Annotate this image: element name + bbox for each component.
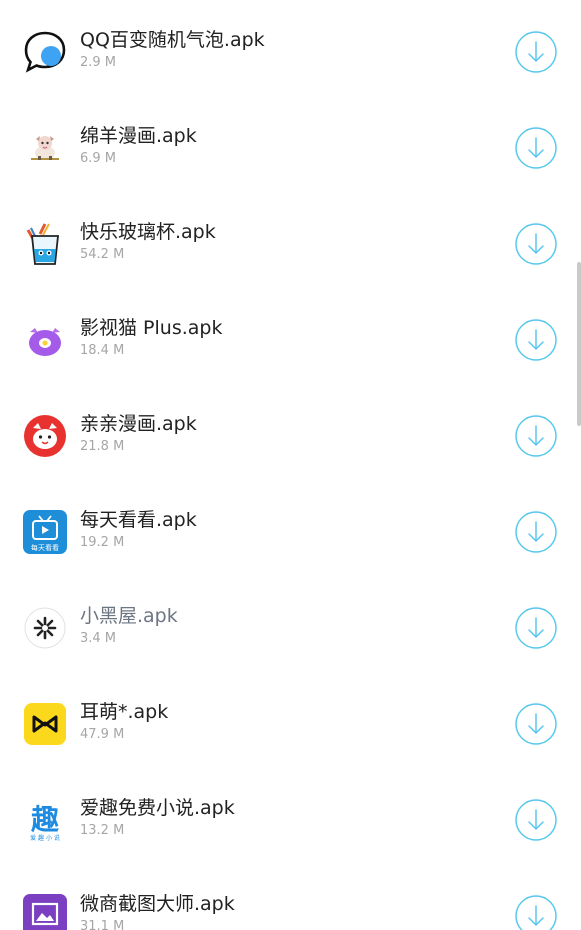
app-name: 耳萌*.apk <box>80 701 169 723</box>
app-name: 影视猫 Plus.apk <box>80 317 223 339</box>
app-size: 13.2 M <box>80 823 125 838</box>
download-icon[interactable] <box>515 511 557 553</box>
list-item[interactable]: 影视猫 Plus.apk 18.4 M <box>0 288 581 384</box>
tv-icon: 每天看看 <box>23 510 67 554</box>
sheep-icon <box>31 136 59 160</box>
qu-subtext: 爱 趣 小 说 <box>30 834 60 842</box>
app-name: 微商截图大师.apk <box>80 893 235 915</box>
red-cat-icon <box>24 415 66 457</box>
download-icon[interactable] <box>515 319 557 361</box>
download-icon[interactable] <box>515 31 557 73</box>
bowtie-icon <box>24 703 66 745</box>
snowflake-icon <box>24 607 66 649</box>
app-size: 6.9 M <box>80 151 117 166</box>
list-item[interactable]: 小黑屋.apk 3.4 M <box>0 576 581 672</box>
app-name: QQ百变随机气泡.apk <box>80 29 265 51</box>
list-item[interactable]: QQ百变随机气泡.apk 2.9 M <box>0 0 581 96</box>
download-icon[interactable] <box>515 895 557 930</box>
list-item[interactable]: 绵羊漫画.apk 6.9 M <box>0 96 581 192</box>
picture-frame-icon <box>23 894 67 930</box>
download-icon[interactable] <box>515 799 557 841</box>
qu-glyph: 趣 <box>31 803 59 836</box>
list-item[interactable]: 耳萌*.apk 47.9 M <box>0 672 581 768</box>
app-size: 21.8 M <box>80 439 125 454</box>
app-name: 亲亲漫画.apk <box>80 413 197 435</box>
cat-face-icon <box>29 328 61 356</box>
glass-cup-icon <box>26 223 60 265</box>
scrollbar[interactable] <box>577 262 581 426</box>
app-size: 54.2 M <box>80 247 125 262</box>
app-size: 2.9 M <box>80 55 117 70</box>
list-item[interactable]: 快乐玻璃杯.apk 54.2 M <box>0 192 581 288</box>
app-size: 19.2 M <box>80 535 125 550</box>
download-icon[interactable] <box>515 607 557 649</box>
tv-icon-label: 每天看看 <box>31 543 59 552</box>
app-size: 18.4 M <box>80 343 125 358</box>
app-name: 快乐玻璃杯.apk <box>80 221 216 243</box>
download-icon[interactable] <box>515 703 557 745</box>
qu-character-icon: 趣 爱 趣 小 说 <box>23 798 67 842</box>
list-item[interactable]: 趣 爱 趣 小 说 爱趣免费小说.apk 13.2 M <box>0 768 581 864</box>
app-download-list-screen: QQ百变随机气泡.apk 2.9 M 绵羊漫画.apk 6.9 M 快乐玻璃杯.… <box>0 0 581 930</box>
app-size: 31.1 M <box>80 919 125 930</box>
download-icon[interactable] <box>515 127 557 169</box>
app-size: 3.4 M <box>80 631 117 646</box>
app-name: 小黑屋.apk <box>80 605 178 627</box>
app-name: 每天看看.apk <box>80 509 197 531</box>
list-item[interactable]: 微商截图大师.apk 31.1 M <box>0 864 581 930</box>
app-size: 47.9 M <box>80 727 125 742</box>
list-item[interactable]: 亲亲漫画.apk 21.8 M <box>0 384 581 480</box>
download-icon[interactable] <box>515 223 557 265</box>
app-name: 爱趣免费小说.apk <box>80 797 235 819</box>
speech-bubble-icon <box>24 31 66 73</box>
app-name: 绵羊漫画.apk <box>80 125 197 147</box>
list-item[interactable]: 每天看看 每天看看.apk 19.2 M <box>0 480 581 576</box>
download-icon[interactable] <box>515 415 557 457</box>
